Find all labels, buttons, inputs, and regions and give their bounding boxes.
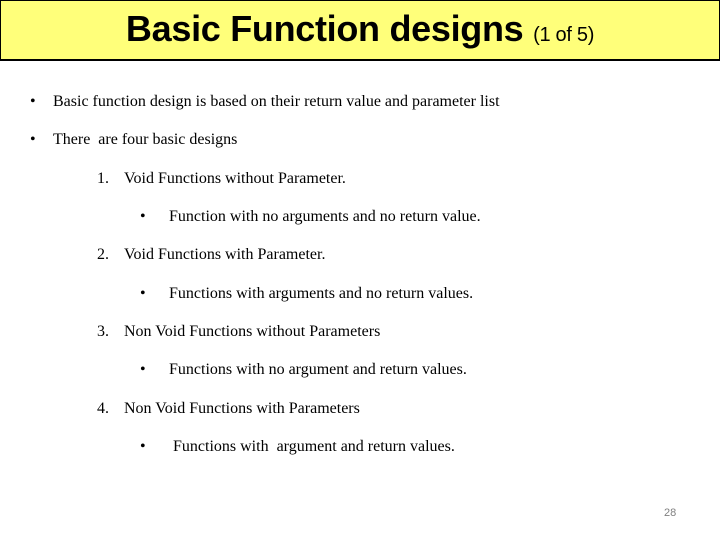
- bullet-marker: •: [30, 93, 36, 110]
- design-label: Non Void Functions without Parameters: [124, 323, 381, 340]
- design-number: 3.: [97, 323, 109, 340]
- design-label: Void Functions without Parameter.: [124, 170, 346, 187]
- sub-bullet-marker: •: [140, 438, 146, 455]
- bullet-text: Basic function design is based on their …: [53, 93, 500, 110]
- slide-title-main: Basic Function designs: [125, 8, 524, 49]
- bullet-marker: •: [30, 131, 36, 148]
- design-number: 1.: [97, 170, 109, 187]
- slide-title-suffix: (1 of 5): [533, 24, 595, 46]
- design-number: 2.: [97, 246, 109, 263]
- sub-bullet-text: Functions with arguments and no return v…: [169, 285, 474, 302]
- sub-bullet-text: Functions with argument and return value…: [169, 438, 455, 455]
- sub-bullet-marker: •: [140, 361, 146, 378]
- design-label: Void Functions with Parameter.: [124, 246, 326, 263]
- sub-bullet-marker: •: [140, 285, 146, 302]
- sub-bullet-text: Function with no arguments and no return…: [169, 208, 481, 225]
- design-number: 4.: [97, 400, 109, 417]
- title-bar: Basic Function designs (1 of 5): [0, 0, 720, 61]
- design-label: Non Void Functions with Parameters: [124, 400, 360, 417]
- sub-bullet-text: Functions with no argument and return va…: [169, 361, 467, 378]
- page-number: 28: [664, 507, 677, 519]
- slide-title: Basic Function designs (1 of 5): [1, 9, 719, 55]
- sub-bullet-marker: •: [140, 208, 146, 225]
- bullet-text: There are four basic designs: [53, 131, 238, 148]
